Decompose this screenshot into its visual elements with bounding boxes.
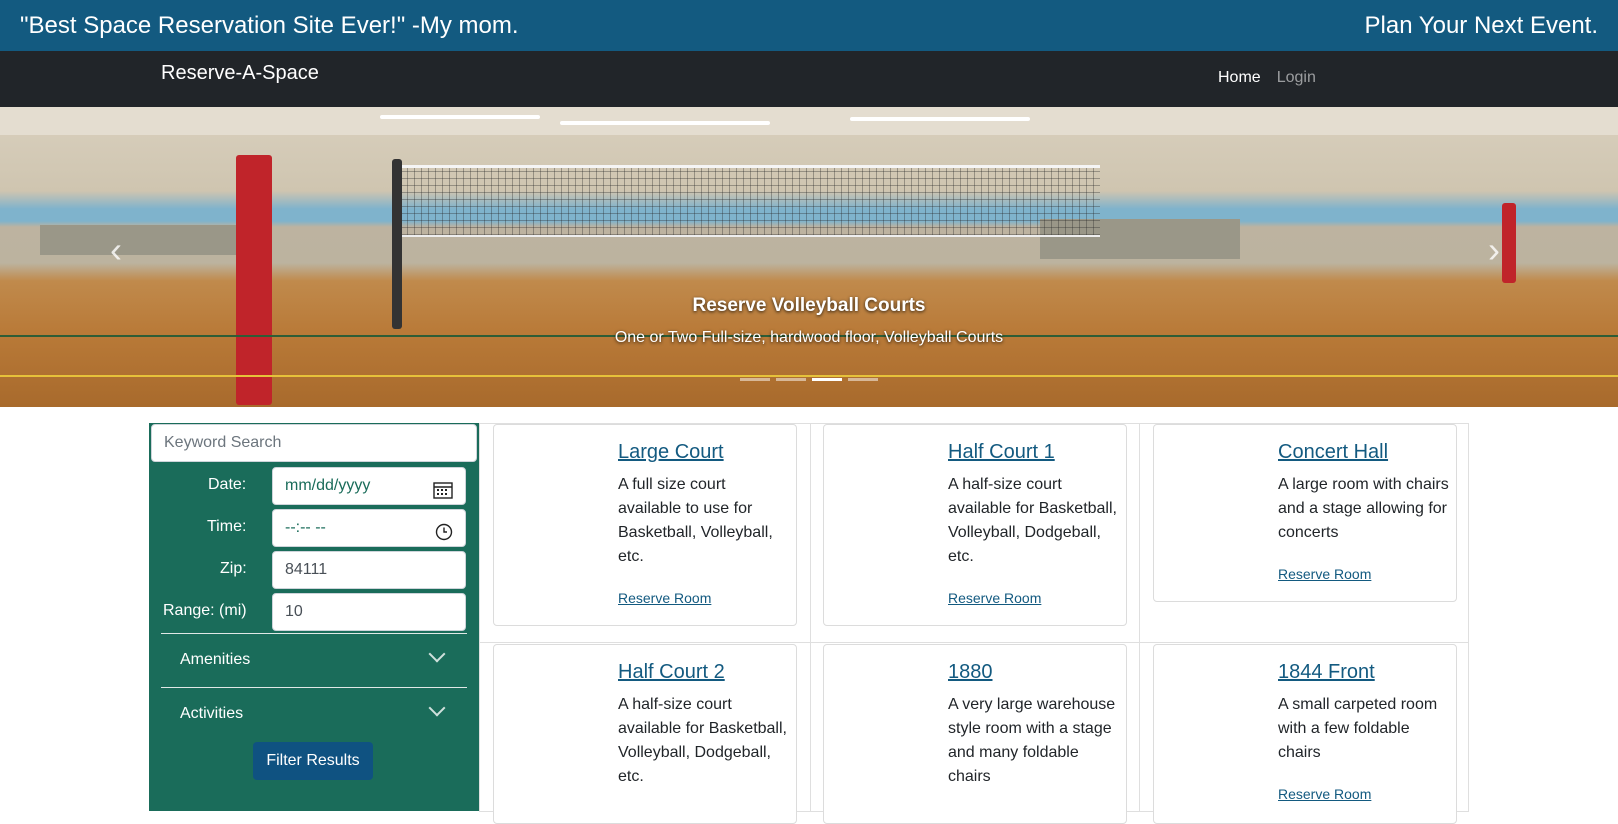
- room-card: Half Court 2 A half-size court available…: [493, 644, 797, 824]
- room-card: Concert Hall A large room with chairs an…: [1153, 424, 1457, 602]
- ceiling-light: [380, 115, 540, 119]
- room-title-link[interactable]: Half Court 2: [618, 661, 725, 684]
- room-title-link[interactable]: 1880: [948, 661, 993, 684]
- carousel-caption-subtitle: One or Two Full-size, hardwood floor, Vo…: [614, 329, 1004, 346]
- range-row: Range: (mi) 10: [149, 593, 479, 631]
- zip-row: Zip: 84111: [149, 551, 479, 589]
- chevron-right-icon[interactable]: ›: [1488, 229, 1500, 271]
- carousel-indicator[interactable]: [740, 378, 770, 381]
- navbar: Reserve-A-Space Home Login: [0, 51, 1618, 107]
- room-description: A large room with chairs and a stage all…: [1278, 476, 1449, 541]
- volleyball-net: [400, 165, 1100, 237]
- room-description: A half-size court available for Basketba…: [948, 476, 1117, 565]
- court-line: [0, 375, 1618, 377]
- gym-ceiling: [0, 107, 1618, 135]
- ceiling-light: [560, 121, 770, 125]
- room-description: A half-size court available for Basketba…: [618, 696, 787, 785]
- wall-panel: [40, 225, 260, 255]
- room-card: Half Court 1 A half-size court available…: [823, 424, 1127, 626]
- date-row: Date: mm/dd/yyyy: [149, 467, 479, 505]
- carousel-indicator-active[interactable]: [812, 378, 842, 381]
- reserve-room-link[interactable]: Reserve Room: [1278, 786, 1371, 802]
- chevron-down-icon: [428, 645, 446, 663]
- nav-login-link[interactable]: Login: [1277, 69, 1316, 87]
- room-title-link[interactable]: Concert Hall: [1278, 441, 1388, 464]
- room-description: A full size court available to use for B…: [618, 476, 773, 565]
- amenities-label: Amenities: [180, 651, 251, 668]
- room-title-link[interactable]: Half Court 1: [948, 441, 1055, 464]
- zip-input[interactable]: 84111: [272, 551, 466, 589]
- banner-quote: "Best Space Reservation Site Ever!" -My …: [20, 11, 519, 39]
- brand-link[interactable]: Reserve-A-Space: [161, 62, 319, 85]
- calendar-icon[interactable]: [433, 476, 453, 512]
- chevron-left-icon[interactable]: ‹: [110, 229, 122, 271]
- carousel-indicator[interactable]: [776, 378, 806, 381]
- activities-label: Activities: [180, 705, 244, 722]
- room-card: 1844 Front A small carpeted room with a …: [1153, 644, 1457, 824]
- carousel-caption-title: Reserve Volleyball Courts: [692, 295, 926, 316]
- net-pole: [1502, 203, 1516, 283]
- activities-accordion[interactable]: Activities: [161, 687, 467, 740]
- net-pole: [236, 155, 272, 405]
- room-title-link[interactable]: Large Court: [618, 441, 724, 464]
- room-description: A very large warehouse style room with a…: [948, 696, 1116, 785]
- filter-panel: Keyword Search Date: mm/dd/yyyy Time: --…: [149, 423, 479, 811]
- time-input[interactable]: --:-- --: [272, 509, 466, 547]
- range-input[interactable]: 10: [272, 593, 466, 631]
- room-title-link[interactable]: 1844 Front: [1278, 661, 1375, 684]
- zip-label: Zip:: [220, 560, 247, 577]
- reserve-room-link[interactable]: Reserve Room: [1278, 566, 1371, 582]
- date-input[interactable]: mm/dd/yyyy: [272, 467, 466, 505]
- carousel-indicator[interactable]: [848, 378, 878, 381]
- nav-links: Home Login: [1218, 69, 1316, 87]
- room-description: A small carpeted room with a few foldabl…: [1278, 696, 1438, 761]
- amenities-accordion[interactable]: Amenities: [161, 633, 467, 686]
- range-label: Range: (mi): [163, 602, 247, 619]
- reserve-room-link[interactable]: Reserve Room: [948, 590, 1041, 606]
- filter-results-button[interactable]: Filter Results: [253, 742, 373, 780]
- nav-home-link[interactable]: Home: [1218, 69, 1261, 87]
- room-card: 1880 A very large warehouse style room w…: [823, 644, 1127, 824]
- date-placeholder: mm/dd/yyyy: [285, 477, 371, 494]
- banner-tagline: Plan Your Next Event.: [1364, 11, 1598, 39]
- date-label: Date:: [208, 476, 247, 493]
- top-banner: "Best Space Reservation Site Ever!" -My …: [0, 0, 1618, 51]
- hero-carousel: ‹ › Reserve Volleyball Courts One or Two…: [0, 107, 1618, 407]
- time-label: Time:: [207, 518, 247, 535]
- carousel-indicators: [740, 378, 878, 381]
- reserve-room-link[interactable]: Reserve Room: [618, 590, 711, 606]
- time-placeholder: --:-- --: [285, 519, 326, 536]
- clock-icon[interactable]: [435, 518, 453, 554]
- chevron-down-icon: [428, 699, 446, 717]
- ceiling-light: [850, 117, 1030, 121]
- keyword-search-input[interactable]: Keyword Search: [151, 424, 477, 462]
- time-row: Time: --:-- --: [149, 509, 479, 547]
- room-card: Large Court A full size court available …: [493, 424, 797, 626]
